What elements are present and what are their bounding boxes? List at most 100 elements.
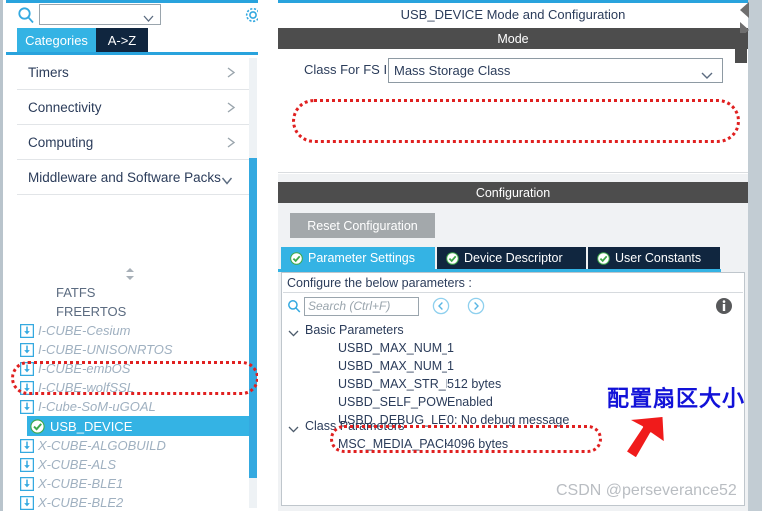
list-item[interactable]: X-CUBE-BLE2 [19, 493, 250, 511]
table-row[interactable]: USBD_MAX_NUM_CONFI... 1 [282, 357, 744, 375]
chevron-right-icon [225, 136, 237, 149]
pack-label: X-CUBE-ALS [38, 457, 117, 472]
group-class-parameters[interactable]: Class Parameters [282, 417, 744, 435]
tab-parameter-settings-label: Parameter Settings [308, 251, 415, 265]
configuration-tabs: Parameter Settings Device Descriptor Use… [278, 247, 748, 269]
param-name: USBD_SELF_POWERED ... [338, 395, 447, 409]
param-name: USBD_MAX_STR_DESC_... [338, 377, 447, 391]
list-item[interactable]: FATFS [20, 283, 250, 302]
tab-device-descriptor-label: Device Descriptor [464, 251, 563, 265]
configuration-section-header: Configuration [278, 182, 748, 203]
download-icon [19, 495, 35, 510]
check-circle-icon [446, 251, 459, 265]
chevron-right-circle-icon[interactable] [467, 297, 485, 315]
list-item[interactable]: I-CUBE-embOS [19, 359, 250, 378]
list-item[interactable]: X-CUBE-ALGOBUILD [19, 436, 250, 455]
category-timers-label: Timers [28, 64, 69, 80]
chevron-down-icon [143, 10, 154, 22]
download-icon [19, 342, 35, 357]
tab-categories-label: Categories [25, 32, 88, 48]
group-basic-parameters[interactable]: Basic Parameters [282, 321, 744, 339]
search-icon [17, 6, 35, 24]
download-icon [19, 476, 35, 491]
category-timers[interactable]: Timers [17, 55, 249, 90]
mode-highlight [292, 99, 740, 143]
category-middleware-label: Middleware and Software Packs [28, 169, 221, 185]
class-for-fs-ip-value: Mass Storage Class [394, 63, 511, 78]
param-value[interactable]: 1 [447, 341, 454, 355]
category-connectivity-label: Connectivity [28, 99, 102, 115]
list-item[interactable]: I-CUBE-wolfSSL [19, 378, 250, 397]
category-computing-label: Computing [28, 134, 94, 150]
right-scrollbar-track[interactable] [748, 0, 762, 511]
download-icon [19, 399, 35, 414]
mode-section-body: Class For FS IP Mass Storage Class [278, 49, 748, 173]
reset-configuration-label: Reset Configuration [307, 218, 418, 233]
tab-categories[interactable]: Categories [17, 28, 96, 52]
application-window: Categories A->Z Timers Connectivity Comp… [0, 0, 762, 511]
class-for-fs-ip-select[interactable]: Mass Storage Class [388, 58, 723, 83]
search-combo[interactable] [39, 4, 161, 25]
category-connectivity[interactable]: Connectivity [17, 90, 249, 125]
tab-device-descriptor[interactable]: Device Descriptor [437, 247, 586, 269]
chevron-left-circle-icon[interactable] [432, 297, 450, 315]
param-value[interactable]: 512 bytes [447, 377, 501, 391]
search-input[interactable]: Search (Ctrl+F) [304, 297, 419, 316]
scroll-up-down-icon[interactable] [123, 267, 137, 281]
watermark: CSDN @perseverance52 [556, 482, 737, 499]
tab-parameter-settings[interactable]: Parameter Settings [281, 247, 435, 269]
download-icon [19, 457, 35, 472]
table-row-msc-media-packet[interactable]: MSC_MEDIA_PACKET (M... 4096 bytes [282, 435, 744, 453]
pack-label: FREERTOS [56, 304, 127, 319]
reset-configuration-button[interactable]: Reset Configuration [290, 213, 435, 238]
category-middleware-and-software-packs[interactable]: Middleware and Software Packs [17, 160, 249, 195]
pack-label: I-CUBE-wolfSSL [38, 380, 135, 395]
tab-a-to-z[interactable]: A->Z [96, 28, 148, 52]
info-icon[interactable] [715, 297, 733, 315]
tab-user-constants-label: User Constants [615, 251, 702, 265]
pack-label: I-CUBE-Cesium [38, 323, 131, 338]
category-list: Timers Connectivity Computing Middleware… [6, 55, 261, 511]
pack-label: I-Cube-SoM-uGOAL [38, 399, 156, 414]
pack-label: X-CUBE-BLE1 [38, 476, 124, 491]
pack-label: FATFS [56, 285, 96, 300]
param-name: MSC_MEDIA_PACKET (M... [338, 437, 447, 451]
toolbar-accent-bar [6, 0, 261, 3]
browser-toolbar [3, 0, 261, 28]
list-item[interactable]: FREERTOS [20, 302, 250, 321]
chevron-down-icon [287, 325, 300, 337]
check-circle-icon [597, 251, 610, 265]
download-icon [19, 323, 35, 338]
panel-splitter[interactable] [258, 0, 529, 511]
pack-label: X-CUBE-ALGOBUILD [38, 438, 166, 453]
download-icon [19, 380, 35, 395]
pack-label: I-CUBE-UNISONRTOS [38, 342, 173, 357]
list-item-usb-device[interactable]: USB_DEVICE [27, 416, 249, 436]
check-circle-icon [30, 418, 45, 434]
left-scrollbar-thumb[interactable] [249, 158, 257, 478]
param-value[interactable]: Enabled [447, 395, 493, 409]
category-computing[interactable]: Computing [17, 125, 249, 160]
chevron-down-icon [701, 67, 713, 79]
param-name: USBD_MAX_NUM_INTER... [338, 341, 447, 355]
component-browser-panel: Categories A->Z Timers Connectivity Comp… [0, 0, 261, 511]
list-item[interactable]: I-Cube-SoM-uGOAL [19, 397, 250, 416]
param-value[interactable]: 1 [447, 359, 454, 373]
annotation-note: 配置扇区大小 [607, 386, 746, 411]
list-item[interactable]: I-CUBE-UNISONRTOS [19, 340, 250, 359]
chevron-right-icon [225, 101, 237, 114]
chevron-down-icon [221, 173, 233, 186]
parameter-search-row: Search (Ctrl+F) [282, 294, 744, 320]
list-item[interactable]: X-CUBE-ALS [19, 455, 250, 474]
table-row[interactable]: USBD_MAX_NUM_INTER... 1 [282, 339, 744, 357]
list-item[interactable]: I-CUBE-Cesium [19, 321, 250, 340]
check-circle-icon [290, 251, 303, 265]
page-title: USB_DEVICE Mode and Configuration [278, 3, 748, 25]
param-value[interactable]: 4096 bytes [447, 437, 508, 451]
section-gap [278, 174, 748, 182]
list-item[interactable]: X-CUBE-BLE1 [19, 474, 250, 493]
pack-label: I-CUBE-embOS [38, 361, 131, 376]
tab-user-constants[interactable]: User Constants [588, 247, 720, 269]
download-icon [19, 361, 35, 376]
configure-hint: Configure the below parameters : [283, 274, 743, 293]
